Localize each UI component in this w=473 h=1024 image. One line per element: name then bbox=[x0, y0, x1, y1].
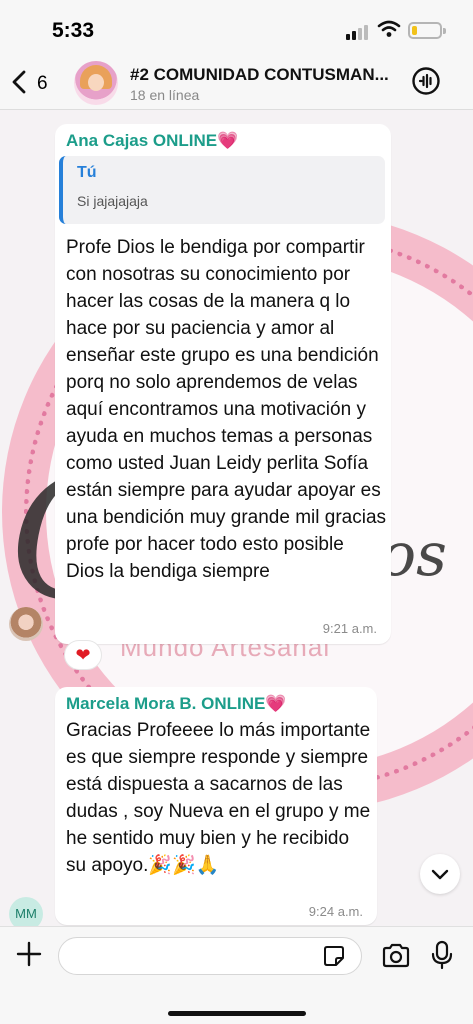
chat-area[interactable]: C os Mundo Artesanal Ana Cajas ONLINE💗 T… bbox=[0, 110, 473, 926]
quoted-author: Tú bbox=[77, 164, 97, 181]
voice-chat-icon[interactable] bbox=[411, 66, 441, 96]
chevron-down-icon bbox=[431, 869, 449, 880]
message-text: Profe Dios le bendiga por compartir con … bbox=[66, 237, 387, 582]
battery-level bbox=[412, 26, 417, 35]
sticker-icon[interactable] bbox=[322, 944, 346, 968]
signal-icon bbox=[346, 25, 368, 40]
sender-name[interactable]: Marcela Mora B. ONLINE💗 bbox=[66, 694, 287, 714]
camera-icon[interactable] bbox=[381, 942, 411, 970]
plus-icon[interactable] bbox=[16, 941, 42, 967]
group-name[interactable]: #2 COMUNIDAD CONTUSMAN... bbox=[130, 65, 389, 85]
battery-icon bbox=[408, 22, 446, 39]
status-bar: 5:33 bbox=[0, 0, 473, 58]
message-bubble[interactable]: Ana Cajas ONLINE💗 Tú Si jajajajaja Profe… bbox=[55, 124, 391, 644]
status-time: 5:33 bbox=[52, 19, 95, 42]
avatar[interactable] bbox=[9, 607, 43, 641]
sender-name[interactable]: Ana Cajas ONLINE💗 bbox=[66, 131, 238, 151]
home-indicator bbox=[168, 1011, 306, 1016]
message-time: 9:21 a.m. bbox=[322, 621, 377, 636]
message-bubble[interactable]: Marcela Mora B. ONLINE💗 Gracias Profeeee… bbox=[55, 687, 377, 925]
quoted-message[interactable]: Tú Si jajajajaja bbox=[59, 156, 385, 224]
avatar-initials[interactable]: MM bbox=[9, 897, 43, 926]
message-input[interactable] bbox=[58, 937, 362, 975]
back-chevron-icon[interactable] bbox=[9, 68, 29, 96]
quoted-text: Si jajajajaja bbox=[77, 193, 148, 209]
heart-reaction[interactable]: ❤ bbox=[64, 640, 102, 670]
group-avatar[interactable] bbox=[74, 61, 118, 105]
online-count: 18 en línea bbox=[130, 87, 200, 103]
chat-header: 6 #2 COMUNIDAD CONTUSMAN... 18 en línea bbox=[0, 58, 473, 110]
microphone-icon[interactable] bbox=[431, 940, 453, 970]
message-text: Gracias Profeeee lo más importante es qu… bbox=[66, 720, 371, 876]
unread-count[interactable]: 6 bbox=[37, 73, 48, 95]
wifi-icon bbox=[377, 20, 401, 37]
scroll-down-button[interactable] bbox=[420, 854, 460, 894]
input-bar bbox=[0, 926, 473, 1024]
message-time: 9:24 a.m. bbox=[308, 904, 363, 919]
